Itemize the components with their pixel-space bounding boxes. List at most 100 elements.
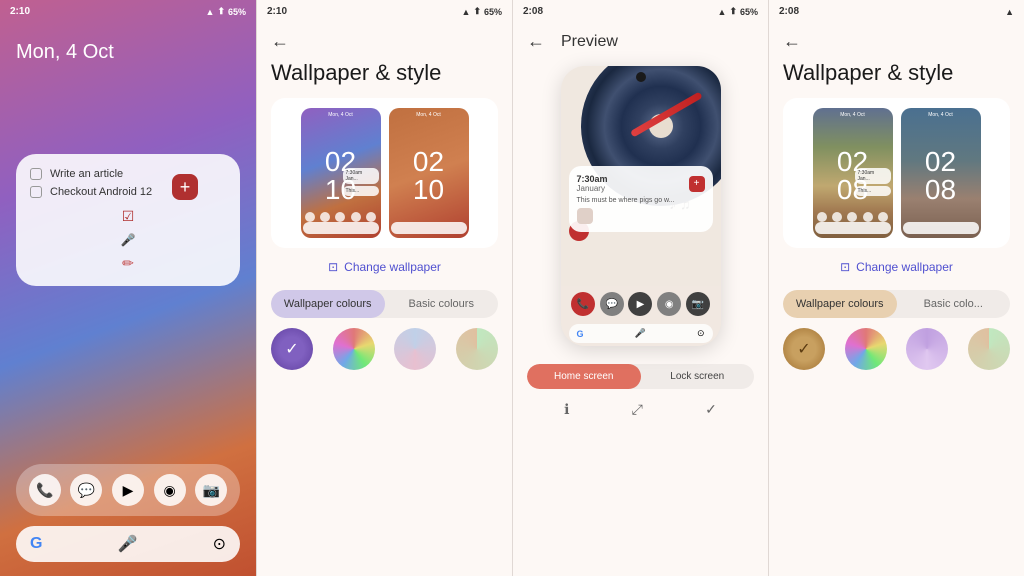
thumb-dock-icon-9 bbox=[863, 212, 873, 222]
preview-dock-chrome[interactable]: ◉ bbox=[657, 292, 681, 316]
wallpaper-preview-thumbs-2: Mon, 4 Oct 0208 7:30amJan... This... Mon… bbox=[783, 98, 1010, 248]
thumb-dock-2 bbox=[815, 212, 891, 222]
back-button-p2[interactable]: ← bbox=[271, 31, 289, 52]
basic-colours-tab-2[interactable]: Basic colo... bbox=[897, 290, 1011, 318]
task-widget: Write an article Checkout Android 12 + ☑… bbox=[16, 154, 240, 286]
wallpaper-colours-tab[interactable]: Wallpaper colours bbox=[271, 290, 385, 318]
phone-dock-icon[interactable]: 📞 bbox=[29, 474, 61, 506]
mic-search-icon[interactable]: 🎤 bbox=[118, 534, 138, 554]
colour-swatches-panel2: ✓ bbox=[257, 328, 512, 370]
widget-desc: This must be where pigs go w... bbox=[577, 197, 705, 204]
task-checkbox-2[interactable] bbox=[30, 186, 42, 198]
status-bar-panel3: 2:08 ▲ ⬆ 65% bbox=[513, 0, 768, 21]
swatch-brown-selected[interactable]: ✓ bbox=[783, 328, 825, 370]
lock-screen-tab[interactable]: Lock screen bbox=[641, 364, 755, 389]
wallpaper-colours-tab-2[interactable]: Wallpaper colours bbox=[783, 290, 897, 318]
confirm-icon[interactable]: ✓ bbox=[705, 401, 717, 418]
lens-search-icon[interactable]: ⊙ bbox=[213, 534, 226, 554]
back-button-p3[interactable]: ← bbox=[527, 31, 545, 52]
thumb-dock-icon-8 bbox=[847, 212, 857, 222]
change-wallpaper-icon: ⊡ bbox=[328, 260, 338, 274]
expand-icon[interactable]: ⤢ bbox=[632, 401, 643, 418]
preview-dock-play[interactable]: ▶ bbox=[628, 292, 652, 316]
thumb-searchbar-2 bbox=[815, 222, 891, 234]
phone-dock-preview: 📞 💬 ▶ ◉ 📷 bbox=[561, 286, 721, 322]
status-bar-panel4: 2:08 ▲ bbox=[769, 0, 1024, 21]
edit-icon: ✏ bbox=[30, 255, 226, 272]
home-screen-tab[interactable]: Home screen bbox=[527, 364, 641, 389]
signal-icon-p2: ⬆ bbox=[473, 6, 481, 17]
swatch-green-brown-2[interactable] bbox=[968, 328, 1010, 370]
battery-panel1: 65% bbox=[228, 7, 246, 17]
chrome-dock-icon[interactable]: ◉ bbox=[154, 474, 186, 506]
status-bar-panel1: 2:10 ▲ ⬆ 65% bbox=[0, 0, 256, 21]
phone-search-preview[interactable]: G 🎤 ⊙ bbox=[569, 324, 713, 343]
status-icons-panel4: ▲ bbox=[1005, 7, 1014, 17]
preview-dock-msg[interactable]: 💬 bbox=[600, 292, 624, 316]
thumb-dock-icon-3 bbox=[335, 212, 345, 222]
signal-icon-p3: ⬆ bbox=[729, 6, 737, 17]
time-panel4: 2:08 bbox=[779, 6, 799, 17]
thumb-home[interactable]: Mon, 4 Oct 0210 7:30amJan... This... bbox=[301, 108, 381, 238]
thumb-dock-icon-2 bbox=[320, 212, 330, 222]
thumb-widget-mini-3: 7:30amJan... bbox=[855, 168, 891, 184]
widget-icon-2 bbox=[577, 208, 593, 224]
thumb-dock-icon-6 bbox=[817, 212, 827, 222]
time-panel2: 2:10 bbox=[267, 6, 287, 17]
wifi-icon: ▲ bbox=[206, 7, 215, 17]
thumb-lock-time: 0210 bbox=[389, 118, 469, 204]
widget-fab-preview[interactable]: + bbox=[689, 176, 705, 192]
change-wallpaper-label-2: Change wallpaper bbox=[856, 260, 953, 274]
play-dock-icon[interactable]: ▶ bbox=[112, 474, 144, 506]
basic-colours-tab[interactable]: Basic colours bbox=[385, 290, 499, 318]
thumb-widget-mini: 7:30amJan... bbox=[343, 168, 379, 184]
swatch-green-brown[interactable] bbox=[456, 328, 498, 370]
preview-widget-card: 7:30am January + This must be where pigs… bbox=[569, 166, 713, 232]
app-dock: 📞 💬 ▶ ◉ 📷 bbox=[16, 464, 240, 516]
preview-mic-icon: 🎤 bbox=[635, 328, 646, 339]
widget-date-label: January bbox=[577, 184, 608, 193]
add-task-button[interactable]: + bbox=[172, 174, 198, 200]
camera-dock-icon[interactable]: 📷 bbox=[195, 474, 227, 506]
colour-tabs-panel4: Wallpaper colours Basic colo... bbox=[783, 290, 1010, 318]
thumb-home-landscape[interactable]: Mon, 4 Oct 0208 7:30amJan... This... bbox=[813, 108, 893, 238]
change-wallpaper-button-2[interactable]: ⊡ Change wallpaper bbox=[840, 260, 953, 274]
thumb-dock bbox=[303, 212, 379, 222]
swatch-purple-selected[interactable]: ✓ bbox=[271, 328, 313, 370]
thumb-lock-landscape-time: 0208 bbox=[901, 118, 981, 204]
messages-dock-icon[interactable]: 💬 bbox=[70, 474, 102, 506]
swatch-purple-light-2[interactable] bbox=[906, 328, 948, 370]
status-icons-panel2: ▲ ⬆ 65% bbox=[462, 6, 502, 17]
preview-dock-cam[interactable]: 📷 bbox=[686, 292, 710, 316]
thumb-lock[interactable]: Mon, 4 Oct 0210 bbox=[389, 108, 469, 238]
thumb-dock-icon-4 bbox=[351, 212, 361, 222]
thumb-dock-icon-10 bbox=[878, 212, 888, 222]
time-panel1: 2:10 bbox=[10, 6, 30, 17]
preview-bottom-icons: ℹ ⤢ ✓ bbox=[513, 395, 768, 424]
swatch-multicolor[interactable] bbox=[333, 328, 375, 370]
preview-title: Preview bbox=[561, 33, 618, 51]
colour-swatches-panel4: ✓ bbox=[769, 328, 1024, 370]
thumb-lock-landscape[interactable]: Mon, 4 Oct 0208 bbox=[901, 108, 981, 238]
task-checkbox-1[interactable] bbox=[30, 168, 42, 180]
preview-dock-phone[interactable]: 📞 bbox=[571, 292, 595, 316]
preview-header: ← Preview bbox=[513, 21, 768, 52]
info-icon[interactable]: ℹ bbox=[564, 401, 569, 418]
thumb-dock-icon-1 bbox=[305, 212, 315, 222]
change-wallpaper-icon-2: ⊡ bbox=[840, 260, 850, 274]
phone-bottom-bar: 📞 💬 ▶ ◉ 📷 G 🎤 ⊙ bbox=[561, 286, 721, 346]
panel-wallpaper-style-2: 2:08 ▲ ← Wallpaper & style Mon, 4 Oct 02… bbox=[768, 0, 1024, 576]
thumb-widget-area-2: 7:30amJan... This... bbox=[855, 168, 891, 198]
wp-header-2: ← bbox=[769, 21, 1024, 52]
widget-action-icons: ☑ 🎤 ✏ bbox=[30, 204, 226, 272]
camera-notch bbox=[636, 72, 646, 82]
google-search-bar[interactable]: G 🎤 ⊙ bbox=[16, 526, 240, 562]
swatch-blue-pink[interactable] bbox=[394, 328, 436, 370]
back-button-p4[interactable]: ← bbox=[783, 31, 801, 52]
time-panel3: 2:08 bbox=[523, 6, 543, 17]
swatch-multicolor-2[interactable] bbox=[845, 328, 887, 370]
google-logo: G bbox=[30, 535, 42, 553]
change-wallpaper-button[interactable]: ⊡ Change wallpaper bbox=[328, 260, 441, 274]
thumb-widget-mini-area: 7:30amJan... This... bbox=[343, 168, 379, 198]
wp-header-1: ← bbox=[257, 21, 512, 52]
